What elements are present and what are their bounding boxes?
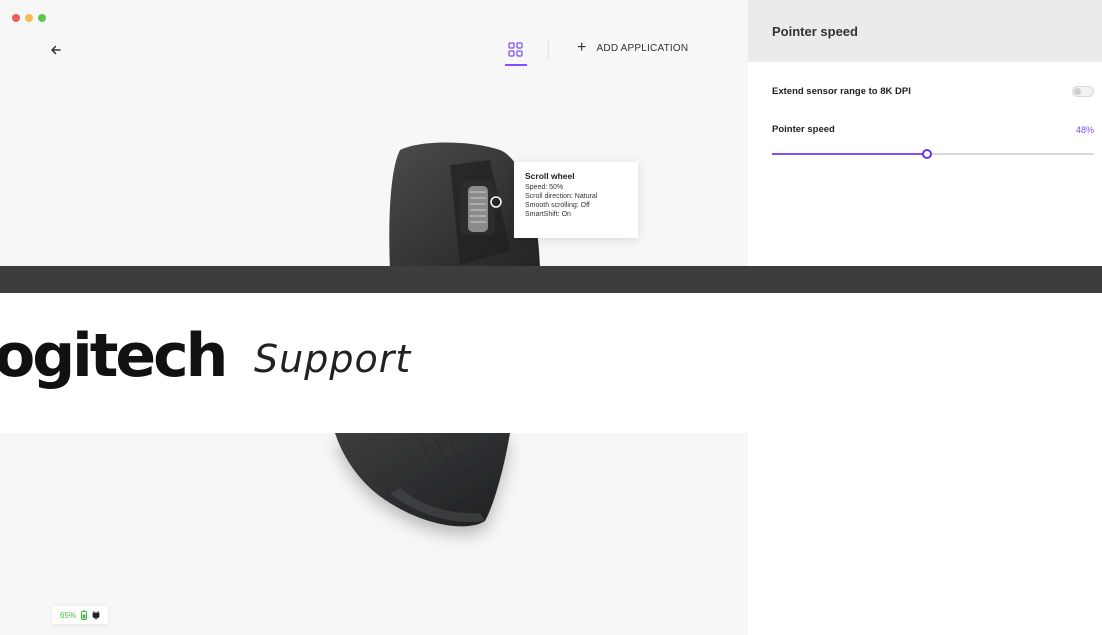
- plus-icon: +: [577, 39, 587, 56]
- close-window-button[interactable]: [12, 14, 20, 22]
- screenshot-root: + ADD APPLICATION Scroll wheel Speed: 50…: [0, 0, 1102, 635]
- back-arrow-icon[interactable]: [45, 38, 69, 62]
- slider-thumb[interactable]: [922, 149, 932, 159]
- pointer-speed-slider[interactable]: [772, 149, 1094, 159]
- plug-icon: [92, 611, 100, 620]
- apps-tab-indicator: [505, 64, 527, 66]
- mouse-bottom-illustration: [335, 433, 510, 527]
- divider-band: [0, 266, 1102, 293]
- scroll-wheel-tooltip: Scroll wheel Speed: 50% Scroll direction…: [514, 162, 638, 238]
- logitech-logo: ogitech: [0, 321, 228, 391]
- extend-sensor-label: Extend sensor range to 8K DPI: [772, 86, 911, 97]
- pointer-speed-value: 48%: [1075, 124, 1094, 135]
- toggle-knob: [1074, 88, 1081, 95]
- battery-icon: [81, 610, 88, 620]
- tooltip-line: Smooth scrolling: Off: [525, 202, 590, 209]
- panel-title: Pointer speed: [748, 0, 1102, 62]
- zoom-window-button[interactable]: [38, 14, 46, 22]
- apps-grid-icon[interactable]: [504, 38, 528, 66]
- slider-fill: [772, 153, 927, 155]
- add-application-button[interactable]: + ADD APPLICATION: [577, 40, 688, 56]
- battery-status: 65%: [52, 606, 109, 624]
- add-application-label: ADD APPLICATION: [596, 42, 689, 54]
- tooltip-line: SmartShift: On: [525, 211, 571, 218]
- support-title: Support: [254, 337, 412, 381]
- extend-sensor-row: Extend sensor range to 8K DPI: [772, 86, 1094, 97]
- tooltip-title: Scroll wheel: [525, 171, 575, 181]
- pointer-speed-row: Pointer speed 48%: [772, 124, 1094, 135]
- window-controls: [12, 14, 46, 22]
- pointer-speed-label: Pointer speed: [772, 124, 835, 135]
- extend-sensor-toggle[interactable]: [1072, 86, 1094, 97]
- battery-percent: 65%: [60, 610, 77, 620]
- toolbar-divider: [548, 40, 549, 60]
- logitech-support-banner: ogitech Support: [0, 293, 1102, 433]
- tooltip-line: Scroll direction: Natural: [525, 193, 598, 200]
- pointer-speed-panel: Pointer speed Extend sensor range to 8K …: [748, 0, 1102, 270]
- panel-lower-area: [748, 433, 1102, 635]
- minimize-window-button[interactable]: [25, 14, 33, 22]
- tooltip-line: Speed: 50%: [525, 184, 564, 191]
